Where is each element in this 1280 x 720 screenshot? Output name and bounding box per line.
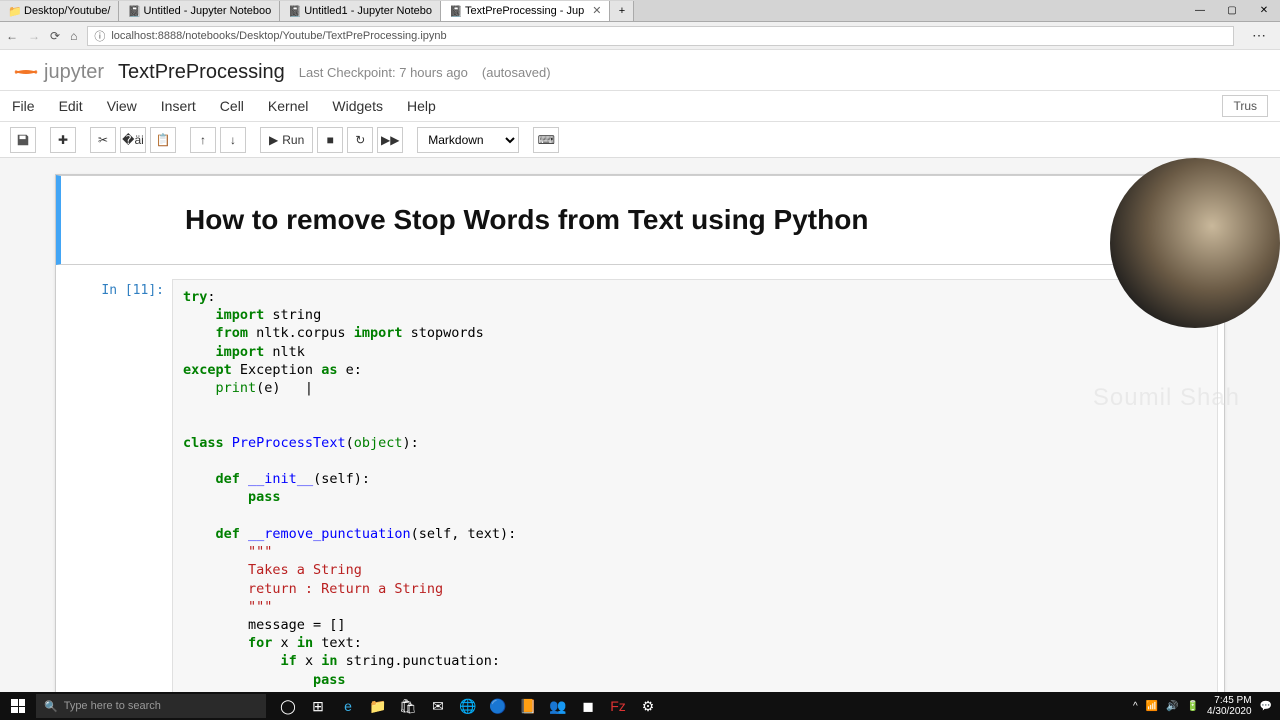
menu-widgets[interactable]: Widgets [332,98,383,114]
menu-insert[interactable]: Insert [161,98,196,114]
info-icon: ⓘ [94,28,105,44]
notebook-container: How to remove Stop Words from Text using… [55,174,1225,705]
network-icon[interactable]: 📶 [1146,701,1158,712]
folder-icon: 📁 [8,5,20,17]
move-up-button[interactable]: ↑ [190,127,216,153]
new-tab-button[interactable]: + [610,1,634,21]
app-icon[interactable]: 🔵 [484,692,512,720]
autosaved-text: (autosaved) [482,65,551,80]
obs-icon[interactable]: ⚙ [634,692,662,720]
chrome-icon[interactable]: 🌐 [454,692,482,720]
notebook-area[interactable]: How to remove Stop Words from Text using… [0,158,1280,720]
webcam-overlay [1110,158,1280,328]
markdown-cell[interactable]: How to remove Stop Words from Text using… [56,175,1224,265]
fast-forward-button[interactable]: ▶▶ [377,127,403,153]
battery-icon[interactable]: 🔋 [1187,701,1199,712]
notebook-icon: 📓 [288,5,300,17]
edge-icon[interactable]: e [334,692,362,720]
browser-tab[interactable]: 📓 Untitled1 - Jupyter Notebo [280,1,441,21]
close-icon[interactable]: ✕ [592,4,601,17]
add-cell-button[interactable]: ✚ [50,127,76,153]
code-cell[interactable]: In [11]: try: import string from nltk.co… [56,273,1224,704]
cell-type-select[interactable]: Markdown [417,127,519,153]
copy-button[interactable]: �äi [120,127,146,153]
home-button[interactable]: ⌂ [70,29,77,43]
clock[interactable]: 7:45 PM 4/30/2020 [1207,695,1252,717]
browser-tab-bar: 📁 Desktop/Youtube/ 📓 Untitled - Jupyter … [0,0,1280,22]
notebook-icon: 📓 [449,5,461,17]
taskbar-search[interactable]: 🔍 Type here to search [36,694,266,718]
pycharm-icon[interactable]: ◼ [574,692,602,720]
save-button[interactable] [10,127,36,153]
tab-label: Desktop/Youtube/ [24,5,110,17]
notifications-icon[interactable]: 💬 [1260,701,1272,712]
windows-taskbar: 🔍 Type here to search ◯ ⊞ e 📁 🛍 ✉ 🌐 🔵 📙 … [0,692,1280,720]
cortana-icon[interactable]: ◯ [274,692,302,720]
menu-kernel[interactable]: Kernel [268,98,308,114]
jupyter-logo-icon [12,58,40,86]
browser-tab-active[interactable]: 📓 TextPreProcessing - Jup ✕ [441,1,610,21]
move-down-button[interactable]: ↓ [220,127,246,153]
stop-button[interactable]: ■ [317,127,343,153]
notebook-icon: 📓 [127,5,139,17]
run-button[interactable]: ▶ Run [260,127,313,153]
filezilla-icon[interactable]: Fz [604,692,632,720]
jupyter-icon[interactable]: 📙 [514,692,542,720]
maximize-button[interactable]: ▢ [1216,1,1248,21]
back-button[interactable]: ← [6,29,18,43]
search-icon: 🔍 [44,700,58,713]
jupyter-logo-text: jupyter [44,61,104,84]
notebook-title[interactable]: TextPreProcessing [118,61,285,84]
more-button[interactable]: ⋯ [1244,27,1274,44]
cell-prompt [67,182,177,258]
url-input[interactable]: ⓘ localhost:8888/notebooks/Desktop/Youtu… [87,26,1234,46]
close-button[interactable]: ✕ [1248,1,1280,21]
command-palette-button[interactable]: ⌨ [533,127,559,153]
paste-button[interactable]: 📋 [150,127,176,153]
system-tray: ^ 📶 🔊 🔋 7:45 PM 4/30/2020 💬 [1125,695,1280,717]
restart-button[interactable]: ↻ [347,127,373,153]
checkpoint-text: Last Checkpoint: 7 hours ago [299,65,468,80]
mail-icon[interactable]: ✉ [424,692,452,720]
jupyter-header: jupyter TextPreProcessing Last Checkpoin… [0,50,1280,90]
search-placeholder: Type here to search [64,700,161,712]
teams-icon[interactable]: 👥 [544,692,572,720]
taskbar-apps: ◯ ⊞ e 📁 🛍 ✉ 🌐 🔵 📙 👥 ◼ Fz ⚙ [274,692,662,720]
menu-help[interactable]: Help [407,98,436,114]
menu-file[interactable]: File [12,98,35,114]
toolbar: ✚ ✂ �äi 📋 ↑ ↓ ▶ Run ■ ↻ ▶▶ Markdown ⌨ [0,122,1280,158]
markdown-heading: How to remove Stop Words from Text using… [177,182,1217,258]
refresh-button[interactable]: ⟳ [50,29,60,43]
tab-label: TextPreProcessing - Jup [465,5,584,17]
start-button[interactable] [0,692,36,720]
menu-view[interactable]: View [107,98,137,114]
menu-edit[interactable]: Edit [59,98,83,114]
minimize-button[interactable]: — [1184,1,1216,21]
cut-button[interactable]: ✂ [90,127,116,153]
cell-prompt: In [11]: [62,279,172,698]
url-text: localhost:8888/notebooks/Desktop/Youtube… [111,30,446,42]
task-view-icon[interactable]: ⊞ [304,692,332,720]
volume-icon[interactable]: 🔊 [1166,701,1178,712]
jupyter-logo[interactable]: jupyter [12,58,104,86]
browser-tab[interactable]: 📁 Desktop/Youtube/ [0,1,119,21]
explorer-icon[interactable]: 📁 [364,692,392,720]
windows-logo-icon [11,699,25,713]
code-content[interactable]: try: import string from nltk.corpus impo… [172,279,1218,698]
browser-tab[interactable]: 📓 Untitled - Jupyter Noteboo [119,1,280,21]
forward-button[interactable]: → [28,29,40,43]
watermark-name: Soumil Shah [1093,384,1240,412]
trusted-indicator[interactable]: Trus [1222,95,1268,117]
tray-up-icon[interactable]: ^ [1133,701,1138,712]
store-icon[interactable]: 🛍 [394,692,422,720]
tab-label: Untitled - Jupyter Noteboo [143,5,271,17]
tab-label: Untitled1 - Jupyter Notebo [304,5,432,17]
menu-bar: File Edit View Insert Cell Kernel Widget… [0,90,1280,122]
menu-cell[interactable]: Cell [220,98,244,114]
address-bar: ← → ⟳ ⌂ ⓘ localhost:8888/notebooks/Deskt… [0,22,1280,50]
